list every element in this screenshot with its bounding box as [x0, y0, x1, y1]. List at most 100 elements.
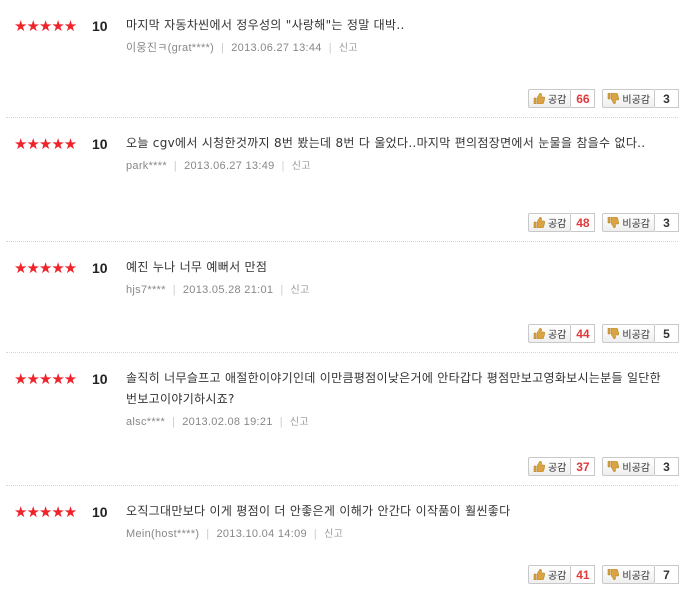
- like-count: 66: [571, 89, 596, 108]
- review-body: 오직그대만보다 이게 평점이 더 안좋은게 이해가 안간다 이작품이 훨씬좋다 …: [126, 501, 671, 542]
- like-button[interactable]: 공감: [527, 324, 572, 343]
- review-date: 2013.06.27 13:44: [231, 42, 322, 54]
- like-label: 공감: [547, 463, 567, 474]
- review-date: 2013.05.28 21:01: [182, 284, 274, 296]
- review-date: 2013.06.27 13:49: [184, 160, 275, 172]
- review-text: 마지막 자동차씬에서 정우성의 "사랑해"는 정말 대박..: [126, 18, 405, 32]
- divider: |: [172, 284, 176, 296]
- review-text: 솔직히 너무슬프고 애절한이야기인데 이만큼평점이낮은거에 안타갑다 평점만보고…: [126, 371, 661, 406]
- thumbs-up-icon: [533, 569, 545, 580]
- review-list: ★★★★★ 10 마지막 자동차씬에서 정우성의 "사랑해"는 정말 대박.. …: [0, 0, 684, 596]
- divider: |: [328, 42, 332, 54]
- rating-score: 10: [92, 260, 108, 276]
- review-body: 솔직히 너무슬프고 애절한이야기인데 이만큼평점이낮은거에 안타갑다 평점만보고…: [126, 368, 671, 430]
- review-date: 2013.02.08 19:21: [182, 416, 273, 428]
- report-link[interactable]: 신고: [290, 417, 309, 428]
- thumbs-up-icon: [533, 328, 545, 339]
- rating-score: 10: [92, 136, 108, 152]
- thumbs-down-icon: [608, 569, 620, 580]
- star-rating: ★★★★★: [14, 503, 77, 521]
- thumbs-down-icon: [608, 93, 620, 104]
- dislike-button[interactable]: 비공감: [602, 89, 655, 108]
- report-link[interactable]: 신고: [324, 529, 343, 540]
- review-meta: park**** | 2013.06.27 13:49 | 신고: [126, 159, 671, 174]
- review-meta: Mein(host****) | 2013.10.04 14:09 | 신고: [126, 527, 671, 542]
- report-link[interactable]: 신고: [290, 285, 309, 296]
- star-rating: ★★★★★: [14, 135, 77, 153]
- divider: |: [281, 160, 285, 172]
- report-link[interactable]: 신고: [292, 161, 311, 172]
- review-meta: alsc**** | 2013.02.08 19:21 | 신고: [126, 415, 671, 430]
- rating-score: 10: [92, 18, 108, 34]
- star-rating: ★★★★★: [14, 259, 77, 277]
- star-rating: ★★★★★: [14, 17, 77, 35]
- like-label: 공감: [547, 571, 567, 582]
- thumbs-up-icon: [533, 461, 545, 472]
- review-body: 마지막 자동차씬에서 정우성의 "사랑해"는 정말 대박.. 이웅진ㅋ(grat…: [126, 15, 671, 56]
- vote-buttons: 공감 37 비공감 3: [527, 457, 679, 476]
- review-item: ★★★★★ 10 예진 누나 너무 예뻐서 만점 hjs7**** | 2013.0…: [6, 242, 679, 353]
- dislike-button[interactable]: 비공감: [602, 213, 655, 232]
- review-author: Mein(host****): [126, 528, 200, 540]
- dislike-label: 비공감: [622, 330, 650, 341]
- thumbs-down-icon: [608, 217, 620, 228]
- dislike-count: 3: [655, 89, 679, 108]
- dislike-label: 비공감: [622, 219, 650, 230]
- review-body: 예진 누나 너무 예뻐서 만점 hjs7**** | 2013.05.28 21:0…: [126, 257, 671, 298]
- divider: |: [280, 284, 284, 296]
- dislike-label: 비공감: [622, 95, 650, 106]
- review-author: alsc****: [126, 416, 166, 428]
- like-button[interactable]: 공감: [527, 565, 572, 584]
- review-item: ★★★★★ 10 오늘 cgv에서 시청한것까지 8번 봤는데 8번 다 울었다…: [6, 118, 679, 242]
- dislike-count: 5: [655, 324, 679, 343]
- review-author: park****: [126, 160, 167, 172]
- vote-buttons: 공감 41 비공감 7: [527, 565, 679, 584]
- rating-score: 10: [92, 504, 108, 520]
- review-author: hjs7****: [126, 284, 166, 296]
- review-item: ★★★★★ 10 마지막 자동차씬에서 정우성의 "사랑해"는 정말 대박.. …: [6, 0, 679, 118]
- dislike-button[interactable]: 비공감: [602, 565, 655, 584]
- vote-buttons: 공감 66 비공감 3: [527, 89, 679, 108]
- dislike-count: 3: [655, 457, 679, 476]
- dislike-label: 비공감: [622, 571, 650, 582]
- report-link[interactable]: 신고: [339, 43, 358, 54]
- like-count: 41: [571, 565, 596, 584]
- like-button[interactable]: 공감: [527, 457, 572, 476]
- like-label: 공감: [547, 95, 567, 106]
- thumbs-up-icon: [533, 93, 545, 104]
- review-body: 오늘 cgv에서 시청한것까지 8번 봤는데 8번 다 울었다..마지막 편의점…: [126, 133, 671, 174]
- like-count: 37: [571, 457, 596, 476]
- review-author: 이웅진ㅋ(grat****): [126, 42, 215, 54]
- dislike-button[interactable]: 비공감: [602, 324, 655, 343]
- divider: |: [172, 416, 176, 428]
- dislike-label: 비공감: [622, 463, 650, 474]
- dislike-count: 3: [655, 213, 679, 232]
- dislike-button[interactable]: 비공감: [602, 457, 655, 476]
- thumbs-up-icon: [533, 217, 545, 228]
- star-rating: ★★★★★: [14, 370, 77, 388]
- review-meta: 이웅진ㅋ(grat****) | 2013.06.27 13:44 | 신고: [126, 41, 671, 56]
- like-label: 공감: [547, 219, 567, 230]
- like-count: 48: [571, 213, 596, 232]
- review-item: ★★★★★ 10 오직그대만보다 이게 평점이 더 안좋은게 이해가 안간다 이…: [6, 486, 679, 596]
- divider: |: [279, 416, 283, 428]
- review-date: 2013.10.04 14:09: [216, 528, 307, 540]
- vote-buttons: 공감 48 비공감 3: [527, 213, 679, 232]
- review-item: ★★★★★ 10 솔직히 너무슬프고 애절한이야기인데 이만큼평점이낮은거에 안…: [6, 353, 679, 486]
- divider: |: [313, 528, 318, 540]
- like-count: 44: [571, 324, 596, 343]
- like-button[interactable]: 공감: [527, 213, 572, 232]
- vote-buttons: 공감 44 비공감 5: [527, 324, 679, 343]
- divider: |: [206, 528, 210, 540]
- rating-score: 10: [92, 371, 108, 387]
- like-button[interactable]: 공감: [527, 89, 572, 108]
- thumbs-down-icon: [608, 328, 620, 339]
- divider: |: [173, 160, 178, 172]
- divider: |: [221, 42, 225, 54]
- thumbs-down-icon: [608, 461, 620, 472]
- review-meta: hjs7**** | 2013.05.28 21:01 | 신고: [126, 283, 671, 298]
- review-text: 오늘 cgv에서 시청한것까지 8번 봤는데 8번 다 울었다..마지막 편의점…: [126, 136, 646, 150]
- review-text: 오직그대만보다 이게 평점이 더 안좋은게 이해가 안간다 이작품이 훨씬좋다: [126, 504, 511, 518]
- dislike-count: 7: [655, 565, 679, 584]
- review-text: 예진 누나 너무 예뻐서 만점: [126, 260, 268, 274]
